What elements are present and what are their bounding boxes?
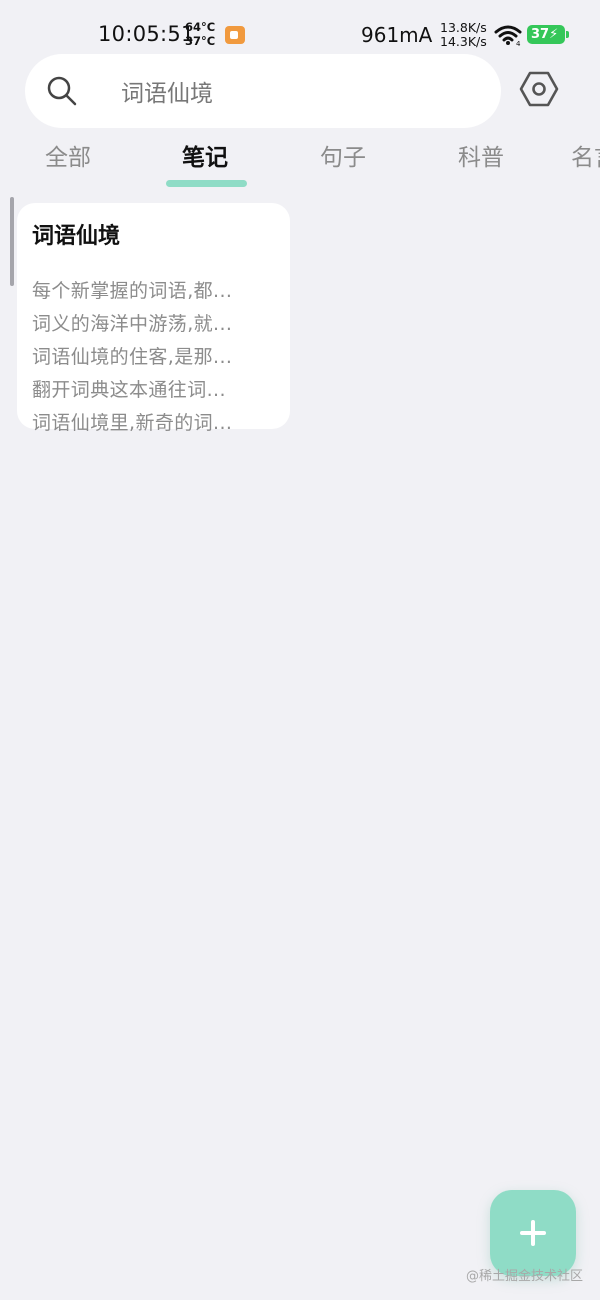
status-temperatures: 64°C 37°C [185,20,215,48]
charging-icon: ⚡ [549,27,559,42]
tab-quotes[interactable]: 名言 [571,138,600,178]
active-tab-indicator [166,180,247,187]
status-temp-top: 64°C [185,20,216,34]
scrollbar-thumb[interactable] [10,197,14,286]
status-current: 961mA [361,23,433,47]
category-tabs: 全部 笔记 句子 科普 名言 [0,138,600,194]
note-title: 词语仙境 [32,224,121,249]
status-speed-down: 14.3K/s [440,34,487,49]
note-preview-line: 词语仙境的住客,是那... [32,346,233,368]
note-preview-line: 词语仙境里,新奇的词... [32,412,233,434]
add-note-button[interactable] [490,1190,576,1276]
search-icon[interactable] [45,74,79,108]
status-speed-up: 13.8K/s [440,20,487,35]
battery-icon: 37⚡ [527,25,569,44]
tab-sentences[interactable]: 句子 [320,138,366,178]
note-preview-line: 翻开词典这本通往词... [32,379,226,401]
tab-all[interactable]: 全部 [45,138,91,178]
tab-science[interactable]: 科普 [458,138,504,178]
search-input[interactable] [121,71,471,111]
watermark: @稀土掘金技术社区 [466,1269,584,1284]
search-bar[interactable] [25,54,501,128]
screen-record-icon [225,26,245,44]
svg-text:4: 4 [516,40,521,46]
wifi-icon: 4 [494,25,522,46]
status-time: 10:05:51 [98,22,195,46]
note-preview-line: 每个新掌握的词语,都... [32,280,233,302]
status-temp-bottom: 37°C [185,34,216,48]
notes-screen: 10:05:51 64°C 37°C 961mA 13.8K/s 14.3K/s… [0,0,600,1300]
note-card[interactable]: 词语仙境 每个新掌握的词语,都... 词义的海洋中游荡,就... 词语仙境的住客… [17,203,290,434]
hexagon-settings-icon[interactable] [518,68,560,110]
status-network-speeds: 13.8K/s 14.3K/s [440,21,487,49]
battery-level: 37 [531,27,550,42]
tab-notes[interactable]: 笔记 [182,138,228,178]
plus-icon [520,1220,546,1246]
note-preview-line: 词义的海洋中游荡,就... [32,313,233,335]
